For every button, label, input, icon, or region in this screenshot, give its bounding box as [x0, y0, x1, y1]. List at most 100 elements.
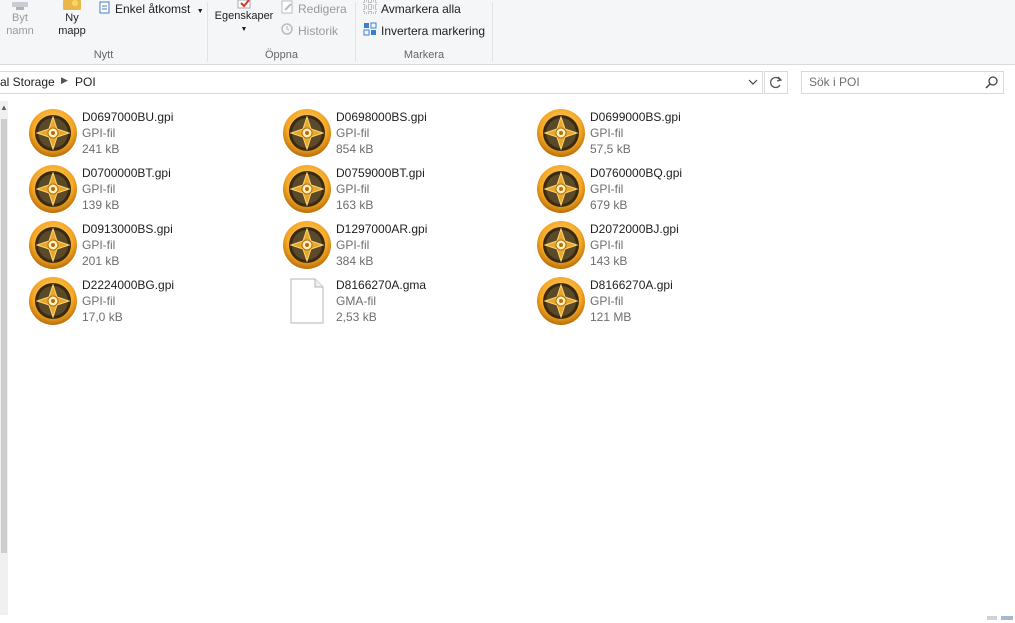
easy-access-label: Enkel åtkomst [115, 2, 191, 16]
file-size: 241 kB [82, 142, 120, 156]
file-item[interactable]: D0913000BS.gpi GPI-fil 201 kB [28, 220, 268, 274]
file-name: D0759000BT.gpi [336, 166, 425, 180]
search-input[interactable] [809, 74, 979, 90]
file-size: 679 kB [590, 198, 628, 212]
file-type: GPI-fil [590, 238, 624, 252]
gpi-poi-icon [536, 108, 586, 158]
group-open-label: Öppna [264, 49, 299, 61]
file-size: 121 MB [590, 310, 632, 324]
file-name: D0699000BS.gpi [590, 110, 681, 124]
ribbon: Byt namn Ny mapp Enkel åtkomst ▼ Nytt Eg… [0, 0, 1015, 65]
file-type: GPI-fil [336, 182, 370, 196]
file-size: 2,53 kB [336, 310, 377, 324]
edit-icon [280, 0, 294, 19]
new-folder-icon [60, 0, 84, 12]
gpi-poi-icon [282, 108, 332, 158]
file-name: D0698000BS.gpi [336, 110, 427, 124]
breadcrumb-storage[interactable]: al Storage [0, 75, 55, 89]
address-bar[interactable]: al Storage ▶ POI [0, 71, 763, 94]
history-icon [280, 22, 294, 41]
ribbon-group-new: Byt namn Ny mapp Enkel åtkomst ▼ Nytt [0, 0, 207, 64]
invert-selection-label: Invertera markering [381, 24, 486, 38]
file-size: 57,5 kB [590, 142, 631, 156]
ribbon-group-open: Egenskaper ▼ Redigera Historik Öppna [208, 0, 355, 64]
properties-icon [234, 0, 254, 10]
search-box[interactable] [801, 71, 1004, 94]
file-size: 384 kB [336, 254, 374, 268]
file-size: 201 kB [82, 254, 120, 268]
details-view-icon [987, 616, 997, 620]
file-name: D0697000BU.gpi [82, 110, 174, 124]
file-name: D2072000BJ.gpi [590, 222, 679, 236]
rename-label-2: namn [6, 25, 34, 37]
deselect-all-label: Avmarkera alla [381, 2, 461, 16]
file-item[interactable]: D0697000BU.gpi GPI-fil 241 kB [28, 108, 268, 162]
large-icons-view-icon [1001, 616, 1013, 620]
file-size: 17,0 kB [82, 310, 123, 324]
chevron-down-icon: ▼ [196, 8, 204, 15]
deselect-all-icon [363, 0, 377, 19]
gpi-poi-icon [282, 220, 332, 270]
new-folder-button[interactable]: Ny mapp [52, 0, 92, 38]
gpi-poi-icon [28, 220, 78, 270]
scrollbar-thumb[interactable] [1, 119, 7, 553]
file-size: 143 kB [590, 254, 628, 268]
file-type: GPI-fil [82, 182, 116, 196]
file-item[interactable]: D8166270A.gpi GPI-fil 121 MB [536, 276, 776, 330]
deselect-all-button[interactable]: Avmarkera alla [363, 0, 461, 18]
file-item[interactable]: D1297000AR.gpi GPI-fil 384 kB [282, 220, 522, 274]
file-type: GPI-fil [82, 294, 116, 308]
file-name: D8166270A.gpi [590, 278, 673, 292]
file-type: GPI-fil [590, 294, 624, 308]
invert-selection-icon [363, 22, 377, 41]
gpi-poi-icon [536, 164, 586, 214]
file-item[interactable]: D0699000BS.gpi GPI-fil 57,5 kB [536, 108, 776, 162]
file-item[interactable]: D8166270A.gma GMA-fil 2,53 kB [282, 276, 522, 330]
view-toggle-buttons[interactable] [965, 609, 1015, 620]
search-icon[interactable] [985, 75, 999, 92]
invert-selection-button[interactable]: Invertera markering [363, 22, 485, 40]
file-type: GPI-fil [336, 238, 370, 252]
file-item[interactable]: D0700000BT.gpi GPI-fil 139 kB [28, 164, 268, 218]
address-dropdown-chevron-icon[interactable] [746, 75, 760, 89]
file-size: 139 kB [82, 198, 120, 212]
ribbon-separator [492, 2, 493, 62]
file-type: GPI-fil [336, 126, 370, 140]
chevron-down-icon: ▼ [240, 26, 248, 33]
properties-label: Egenskaper [214, 10, 274, 22]
file-name: D0913000BS.gpi [82, 222, 173, 236]
gpi-poi-icon [282, 164, 332, 214]
file-type: GPI-fil [82, 238, 116, 252]
file-item[interactable]: D0698000BS.gpi GPI-fil 854 kB [282, 108, 522, 162]
rename-button[interactable]: Byt namn [0, 2, 40, 38]
file-item[interactable]: D2224000BG.gpi GPI-fil 17,0 kB [28, 276, 268, 330]
file-item[interactable]: D2072000BJ.gpi GPI-fil 143 kB [536, 220, 776, 274]
rename-label-1: Byt [12, 12, 28, 24]
file-item[interactable]: D0759000BT.gpi GPI-fil 163 kB [282, 164, 522, 218]
navigation-pane-scrollbar[interactable]: ▲ [0, 101, 8, 615]
breadcrumb-chevron-icon[interactable]: ▶ [61, 75, 68, 86]
properties-button[interactable]: Egenskaper ▼ [213, 0, 275, 36]
address-row: al Storage ▶ POI [0, 69, 1015, 95]
gpi-poi-icon [28, 164, 78, 214]
edit-label: Redigera [298, 2, 347, 16]
gpi-poi-icon [28, 108, 78, 158]
easy-access-button[interactable]: Enkel åtkomst ▼ [97, 0, 204, 18]
refresh-button[interactable] [764, 71, 788, 94]
group-new-label: Nytt [93, 49, 114, 61]
breadcrumb-poi[interactable]: POI [75, 75, 96, 89]
scroll-up-arrow-icon[interactable]: ▲ [0, 103, 8, 112]
history-button[interactable]: Historik [280, 22, 338, 40]
refresh-icon [770, 76, 783, 89]
gpi-poi-icon [536, 220, 586, 270]
group-select-label: Markera [403, 49, 445, 61]
file-type: GPI-fil [590, 182, 624, 196]
file-type: GPI-fil [590, 126, 624, 140]
file-type: GMA-fil [336, 294, 376, 308]
file-type: GPI-fil [82, 126, 116, 140]
file-name: D2224000BG.gpi [82, 278, 175, 292]
new-folder-label-1: Ny [65, 12, 79, 24]
file-name: D0760000BQ.gpi [590, 166, 683, 180]
file-item[interactable]: D0760000BQ.gpi GPI-fil 679 kB [536, 164, 776, 218]
edit-button[interactable]: Redigera [280, 0, 347, 18]
